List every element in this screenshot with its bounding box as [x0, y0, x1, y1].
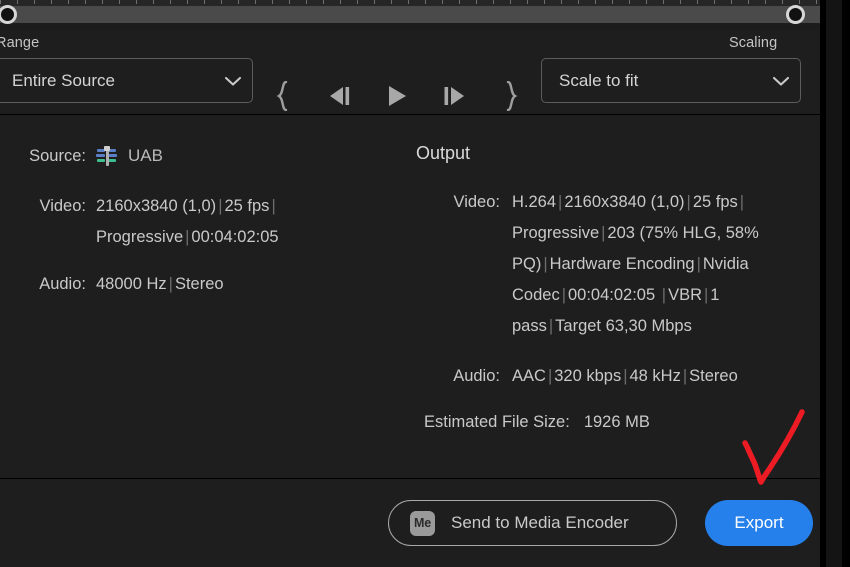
source-header: Source: UAB [0, 143, 163, 169]
media-encoder-icon: Me [410, 510, 435, 536]
separator: | [739, 193, 745, 211]
source-audio-key: Audio: [39, 275, 86, 293]
output-audio-part: 48 kHz [629, 367, 681, 385]
source-video-part: 00:04:02:05 [191, 228, 279, 246]
sequence-icon [96, 146, 118, 166]
separator: | [548, 317, 554, 335]
panel-right-edge-inner [826, 0, 842, 567]
step-forward-icon[interactable] [433, 76, 475, 116]
export-settings-panel: Range Entire Source Scaling Scale to fit… [0, 0, 850, 567]
separator: | [661, 286, 667, 304]
source-video-value: 2160x3840 (1,0) | 25 fps | Progressive | 00:0… [96, 191, 326, 253]
separator: | [547, 367, 553, 385]
output-video-part: 2160x3840 (1,0) [564, 193, 685, 211]
output-audio-part: Stereo [689, 367, 738, 385]
summary-section: Source: UAB Video: 2160x3840 (1,0) | 25 fp… [0, 115, 820, 478]
output-video-part: VBR [668, 286, 702, 304]
chevron-down-icon [762, 75, 800, 87]
output-filesize-row: Estimated File Size: 1926 MB [424, 407, 650, 438]
output-filesize-key: Estimated File Size: [424, 413, 570, 431]
scaling-dropdown[interactable]: Scale to fit [541, 58, 801, 103]
source-video-row: Video: 2160x3840 (1,0) | 25 fps | Progressi… [0, 191, 326, 253]
output-audio-row: Audio: AAC | 320 kbps | 48 kHz | Stereo [424, 361, 738, 392]
set-out-point-icon[interactable] [490, 76, 532, 116]
set-in-point-icon[interactable] [262, 76, 304, 116]
export-button[interactable]: Export [705, 500, 813, 546]
output-audio-value: AAC | 320 kbps | 48 kHz | Stereo [512, 361, 738, 392]
scaling-label: Scaling [729, 35, 778, 51]
separator: | [271, 197, 276, 215]
source-audio-row: Audio: 48000 Hz | Stereo [0, 269, 224, 300]
separator: | [686, 193, 691, 211]
output-audio-key: Audio: [453, 367, 500, 385]
output-video-part: Hardware Encoding [549, 255, 695, 273]
source-sequence-name: UAB [128, 146, 163, 165]
output-column: Output Video: H.264 | 2160x3840 (1,0) | 25 f… [412, 115, 812, 431]
source-scrubber[interactable] [0, 0, 820, 30]
export-button-label: Export [734, 513, 784, 532]
timeline-track[interactable] [0, 6, 820, 23]
output-title: Output [416, 143, 471, 163]
separator: | [168, 275, 173, 293]
source-video-key: Video: [39, 197, 87, 215]
transport-controls [262, 75, 532, 117]
scaling-dropdown-value: Scale to fit [559, 70, 639, 90]
output-video-part: 00:04:02:05 [568, 286, 656, 304]
separator: | [561, 286, 566, 304]
output-audio-part: AAC [512, 367, 546, 385]
range-dropdown[interactable]: Entire Source [0, 58, 253, 103]
separator: | [543, 255, 548, 273]
output-filesize-value: 1926 MB [583, 413, 650, 431]
output-audio-part: 320 kbps [554, 367, 622, 385]
panel-right-edge [820, 0, 850, 567]
output-video-row: Video: H.264 | 2160x3840 (1,0) | 25 fps | Pro… [424, 187, 804, 342]
out-point-handle[interactable] [786, 5, 805, 24]
output-video-value: H.264 | 2160x3840 (1,0) | 25 fps | Progressiv… [512, 187, 804, 342]
output-video-part: H.264 [512, 193, 557, 211]
source-audio-part: 48000 Hz [96, 275, 167, 293]
source-video-part: Progressive [96, 228, 184, 246]
range-dropdown-value: Entire Source [12, 70, 115, 90]
panel-body: Range Entire Source Scaling Scale to fit… [0, 0, 820, 567]
source-video-part: 25 fps [224, 197, 270, 215]
source-video-part: 2160x3840 (1,0) [96, 197, 217, 215]
output-video-part: 25 fps [692, 193, 738, 211]
send-to-media-encoder-button[interactable]: Me Send to Media Encoder [388, 500, 677, 546]
source-key-label: Source: [29, 147, 86, 165]
output-video-part: Progressive [512, 224, 600, 242]
controls-row: Range Entire Source Scaling Scale to fit [0, 30, 820, 114]
play-icon[interactable] [376, 76, 418, 116]
step-back-icon[interactable] [319, 76, 361, 116]
source-audio-value: 48000 Hz | Stereo [96, 269, 224, 300]
source-audio-part: Stereo [174, 275, 224, 293]
send-to-media-encoder-label: Send to Media Encoder [451, 513, 629, 532]
separator: | [682, 367, 688, 385]
separator: | [696, 255, 701, 273]
output-video-part: Target 63,30 Mbps [555, 317, 692, 335]
output-video-key: Video: [453, 193, 501, 211]
range-label: Range [0, 35, 40, 51]
chevron-down-icon [214, 75, 252, 87]
separator: | [623, 367, 628, 385]
